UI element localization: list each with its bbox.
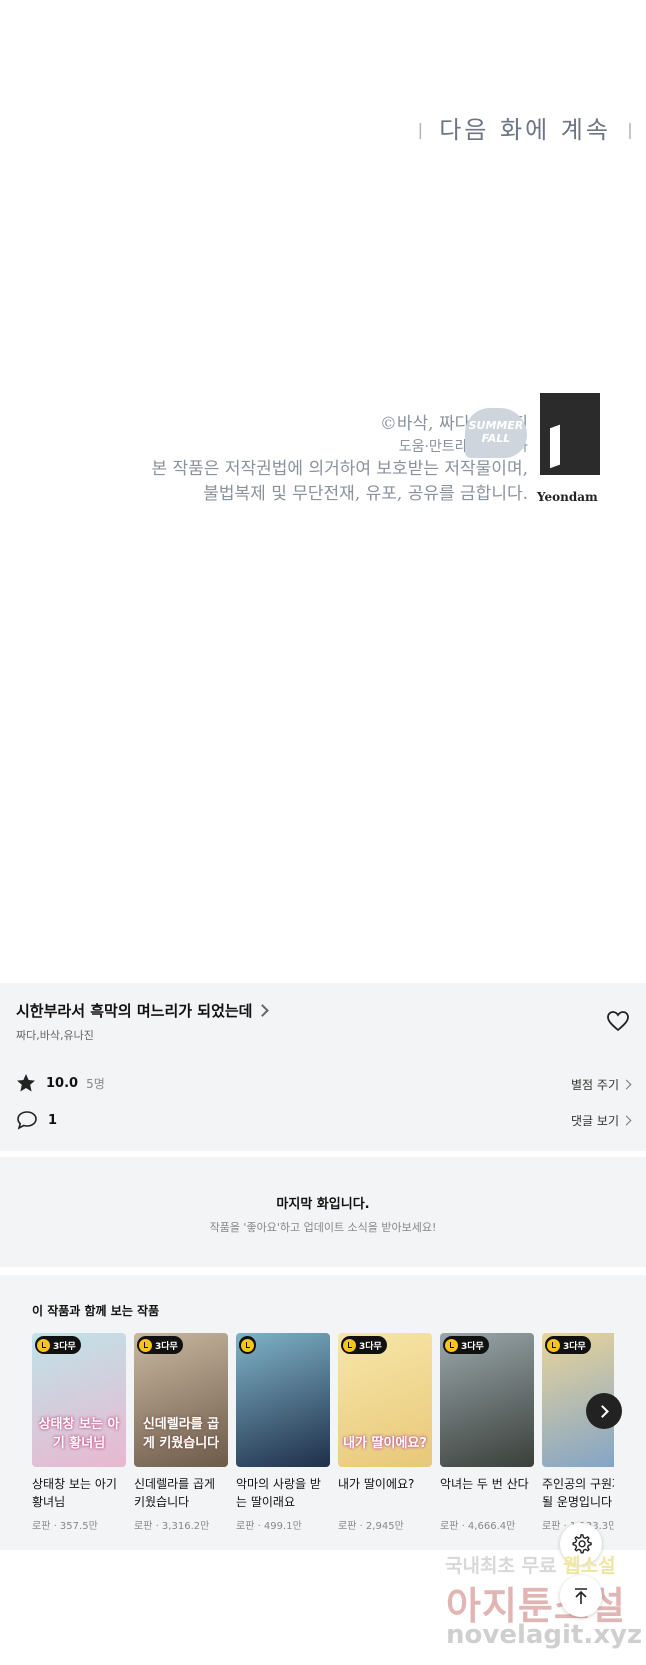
- recommendation-card[interactable]: 3다무 신데렐라를 곱게 키웠습니다 신데렐라를 곱게 키웠습니다 로판 · 3…: [134, 1333, 228, 1532]
- last-episode-subtext: 작품을 '좋아요'하고 업데이트 소식을 받아보세요!: [209, 1221, 437, 1234]
- work-title: 시한부라서 흑막의 며느리가 되었는데: [16, 1002, 253, 1020]
- recommendation-meta: 로판 · 3,316.2만: [134, 1521, 210, 1532]
- recommendation-name: 악녀는 두 번 산다: [440, 1477, 529, 1491]
- recommendation-meta: 로판 · 4,666.4만: [440, 1521, 516, 1532]
- work-title-link[interactable]: 시한부라서 흑막의 며느리가 되었는데: [16, 1000, 270, 1021]
- free-badge: 3다무: [545, 1336, 591, 1354]
- recommendation-meta: 로판 · 2,945만: [338, 1521, 404, 1532]
- comment-icon: [17, 1111, 37, 1130]
- recommendation-name: 상태창 보는 아기 황녀님: [32, 1477, 117, 1509]
- cover-title: 내가 딸이에요?: [343, 1436, 427, 1451]
- comments-label: 댓글 보기: [571, 1114, 619, 1128]
- free-badge: 3다무: [137, 1336, 183, 1354]
- free-badge: 3다무: [443, 1336, 489, 1354]
- recommendation-name: 내가 딸이에요?: [338, 1477, 415, 1491]
- recommendation-meta: 로판 · 499.1만: [236, 1521, 302, 1532]
- recommendation-name: 악마의 사랑을 받는 딸이래요: [236, 1477, 321, 1509]
- recommendation-cover: [236, 1333, 330, 1467]
- recommendations-title: 이 작품과 함께 보는 작품: [32, 1304, 160, 1318]
- clock-icon: [445, 1338, 458, 1352]
- recommendation-card[interactable]: 악마의 사랑을 받는 딸이래요 로판 · 499.1만: [236, 1333, 330, 1532]
- clock-icon: [139, 1338, 152, 1352]
- star-icon: [17, 1074, 35, 1092]
- cover-title: 상태창 보는 아기 황녀님: [38, 1417, 120, 1451]
- watermark-line1: 국내최초 무료 웹소설: [445, 1555, 616, 1577]
- recommendation-card[interactable]: 3다무 주인공의 구원자가 될 운명입니다 로판 · 1,133.3만: [542, 1333, 614, 1532]
- free-badge: 3다무: [341, 1336, 387, 1354]
- scroll-top-button[interactable]: [560, 1575, 602, 1617]
- last-episode-notice: 마지막 화입니다. 작품을 '좋아요'하고 업데이트 소식을 받아보세요!: [0, 1157, 646, 1267]
- chevron-right-icon: [256, 1004, 270, 1017]
- recommendation-name: 주인공의 구원자가 될 운명입니다: [542, 1477, 614, 1509]
- free-badge: 3다무: [35, 1336, 81, 1354]
- cover-title: 신데렐라를 곱게 키웠습니다: [142, 1417, 220, 1451]
- copyright-prohibition: 불법복제 및 무단전재, 유포, 공유를 금합니다.: [203, 484, 528, 504]
- work-authors: 짜다,바삭,유나진: [16, 1029, 94, 1042]
- watermark-line3: novelagit.xyz: [446, 1620, 643, 1650]
- recommendation-card[interactable]: 3다무 악녀는 두 번 산다 로판 · 4,666.4만: [440, 1333, 534, 1532]
- recommendation-name: 신데렐라를 곱게 키웠습니다: [134, 1477, 216, 1509]
- recommendation-card[interactable]: 3다무 상태창 보는 아기 황녀님 상태창 보는 아기 황녀님 로판 · 357…: [32, 1333, 126, 1532]
- recommendation-meta: 로판 · 357.5만: [32, 1521, 98, 1532]
- comment-row: 1: [16, 1110, 57, 1130]
- next-episode-caption: ㅣ 다음 화에 계속 ㅣ: [412, 116, 639, 144]
- recommendation-carousel: 3다무 상태창 보는 아기 황녀님 상태창 보는 아기 황녀님 로판 · 357…: [32, 1333, 614, 1533]
- recommendation-cover: 3다무: [440, 1333, 534, 1467]
- arrow-up-icon: [575, 1588, 587, 1604]
- chevron-right-icon: [596, 1404, 609, 1418]
- recommendation-card[interactable]: 3다무 내가 딸이에요? 내가 딸이에요? 로판 · 2,945만: [338, 1333, 432, 1532]
- rating-value: 10.0: [46, 1075, 79, 1091]
- last-episode-heading: 마지막 화입니다.: [276, 1197, 370, 1212]
- free-badge: [239, 1336, 256, 1354]
- clock-icon: [241, 1338, 254, 1352]
- recommendation-cover: 3다무 신데렐라를 곱게 키웠습니다: [134, 1333, 228, 1467]
- carousel-next-button[interactable]: [586, 1393, 622, 1429]
- rating-row: 10.0 5명: [16, 1073, 105, 1093]
- comment-count: 1: [48, 1112, 58, 1128]
- recommendation-cover: 3다무 내가 딸이에요?: [338, 1333, 432, 1467]
- publisher-logo: [540, 393, 600, 475]
- comic-panel: ㅣ 다음 화에 계속 ㅣ ©바삭, 짜다, 유나진 도움·만트라슈, 김가나 본…: [0, 0, 646, 983]
- chevron-right-icon: [621, 1079, 632, 1090]
- rate-label: 별점 주기: [571, 1078, 619, 1092]
- recommendation-cover: 3다무 상태창 보는 아기 황녀님: [32, 1333, 126, 1467]
- rating-count: 5명: [86, 1076, 105, 1091]
- heart-icon[interactable]: [606, 1010, 630, 1032]
- publisher-name: Yeondam: [537, 490, 598, 504]
- clock-icon: [37, 1338, 50, 1352]
- summer-fall-logo: SUMMER FALL: [465, 408, 527, 458]
- rate-button[interactable]: 별점 주기: [571, 1076, 632, 1093]
- view-comments-button[interactable]: 댓글 보기: [571, 1112, 632, 1129]
- clock-icon: [343, 1338, 356, 1352]
- chevron-right-icon: [621, 1115, 632, 1126]
- copyright-law-notice: 본 작품은 저작권법에 의거하여 보호받는 저작물이며,: [151, 459, 528, 479]
- clock-icon: [547, 1338, 560, 1352]
